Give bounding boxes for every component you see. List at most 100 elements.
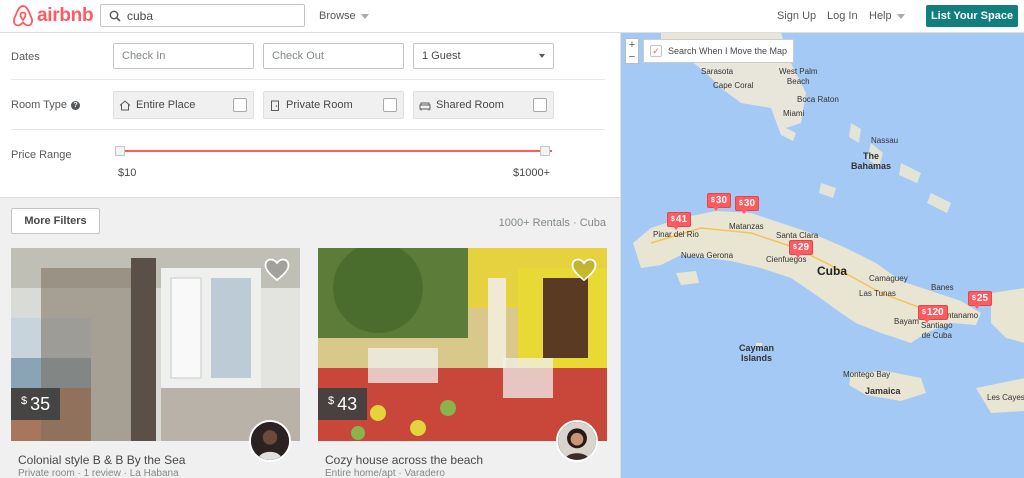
pin-price: 25 <box>976 293 989 304</box>
zoom-control[interactable]: + − <box>625 38 639 64</box>
map-price-pin[interactable]: $ 120 <box>918 305 948 323</box>
map-label-les-cayes: Les Cayes <box>987 393 1024 402</box>
room-type-label-shared: Shared Room <box>436 99 504 111</box>
shared-room-checkbox[interactable] <box>533 98 547 112</box>
checkout-field[interactable]: Check Out <box>263 43 404 69</box>
host-avatar-image <box>251 422 289 460</box>
chevron-down-icon <box>539 54 545 58</box>
search-when-move-label: Search When I Move the Map <box>668 46 788 56</box>
map-price-pin[interactable]: $ 30 <box>707 193 732 211</box>
pin-price: 41 <box>675 214 688 225</box>
logo-text: airbnb <box>37 5 94 26</box>
zoom-in-button[interactable]: + <box>629 39 635 51</box>
search-icon <box>109 10 121 22</box>
help-icon[interactable]: ? <box>71 100 81 110</box>
listing-card[interactable]: $ 43 Cozy house across the beach Entire … <box>318 248 607 478</box>
map-label-sarasota: Sarasota <box>701 67 734 76</box>
airbnb-logo-icon <box>13 5 33 27</box>
airbnb-logo[interactable]: airbnb <box>12 4 94 28</box>
map-label-guantanamo: ntanamo <box>947 311 979 320</box>
browse-menu[interactable]: Browse <box>319 10 369 22</box>
pin-price: 120 <box>926 307 944 318</box>
listing-subtitle: Entire home/apt · Varadero <box>325 468 445 478</box>
map-label-santiago: Santiago de Cuba <box>921 321 953 340</box>
price-max-handle[interactable] <box>540 146 550 156</box>
help-label: Help <box>869 10 892 22</box>
host-avatar-image <box>558 422 596 460</box>
signup-link[interactable]: Sign Up <box>777 10 816 22</box>
currency-symbol: $ <box>328 395 335 407</box>
checkin-field[interactable]: Check In <box>113 43 254 69</box>
pin-currency: $ <box>922 309 926 316</box>
map-label-boca-raton: Boca Raton <box>797 95 839 104</box>
map-label-pinar-del-rio: Pinar del Rio <box>653 230 699 239</box>
map-price-pin[interactable]: $ 30 <box>735 196 760 214</box>
heart-icon[interactable] <box>571 258 597 282</box>
currency-symbol: $ <box>21 395 28 407</box>
chevron-down-icon <box>360 13 369 19</box>
top-header: airbnb Browse Sign Up Log In Help List Y… <box>0 0 1024 33</box>
room-type-private-room[interactable]: Private Room <box>263 91 404 119</box>
heart-icon[interactable] <box>264 258 290 282</box>
dates-label: Dates <box>11 51 40 63</box>
map-label-cape-coral: Cape Coral <box>713 81 754 90</box>
search-when-move-toggle[interactable]: ✓ Search When I Move the Map <box>643 39 795 63</box>
private-room-checkbox[interactable] <box>383 98 397 112</box>
zoom-out-button[interactable]: − <box>629 51 635 63</box>
help-menu[interactable]: Help <box>869 10 905 22</box>
map-label-montego-bay: Montego Bay <box>843 370 891 379</box>
location-search-box[interactable] <box>100 4 305 27</box>
pin-currency: $ <box>739 200 743 207</box>
guests-value: 1 Guest <box>422 50 461 62</box>
room-type-label-entire: Entire Place <box>136 99 196 111</box>
pin-price: 30 <box>715 195 728 206</box>
map-label-camaguey: Camaguey <box>869 274 908 283</box>
listing-title[interactable]: Colonial style B & B By the Sea <box>18 453 185 467</box>
room-type-entire-place[interactable]: Entire Place <box>113 91 254 119</box>
price-max-label: $1000+ <box>513 167 551 179</box>
host-avatar[interactable] <box>556 420 598 462</box>
entire-place-checkbox[interactable] <box>233 98 247 112</box>
room-type-label-private: Private Room <box>286 99 353 111</box>
price-value: 43 <box>337 393 358 414</box>
room-type-label: Room Type <box>11 99 68 111</box>
location-search-input[interactable] <box>127 8 297 23</box>
more-filters-button[interactable]: More Filters <box>11 208 100 234</box>
results-panel: More Filters 1000+ Rentals · Cuba $ 35 C… <box>0 198 620 478</box>
room-type-label-wrap: Room Type ? <box>11 99 81 111</box>
host-avatar[interactable] <box>249 420 291 462</box>
house-icon <box>119 99 131 110</box>
login-link[interactable]: Log In <box>827 10 858 22</box>
filters-panel: Dates Check In Check Out 1 Guest Room Ty… <box>0 33 620 198</box>
divider <box>11 129 605 130</box>
price-range-label: Price Range <box>11 149 72 161</box>
listing-subtitle: Private room · 1 review · La Habana <box>18 468 179 478</box>
divider <box>11 79 605 80</box>
pin-currency: $ <box>793 244 797 251</box>
map-label-santa-clara: Santa Clara <box>776 231 819 240</box>
map-label-nassau: Nassau <box>871 136 899 145</box>
price-min-handle[interactable] <box>115 146 125 156</box>
guests-select[interactable]: 1 Guest <box>413 43 554 69</box>
pin-currency: $ <box>711 197 715 204</box>
map-price-pin[interactable]: $ 41 <box>667 212 692 230</box>
pin-currency: $ <box>972 295 976 302</box>
browse-label: Browse <box>319 10 356 22</box>
list-your-space-button[interactable]: List Your Space <box>926 5 1018 27</box>
map-price-pin[interactable]: $ 25 <box>968 291 993 309</box>
map-label-cayman-islands: Cayman Islands <box>739 343 775 363</box>
map-label-banes: Banes <box>931 283 954 292</box>
listing-card[interactable]: $ 35 Colonial style B & B By the Sea Pri… <box>11 248 300 478</box>
room-type-shared-room[interactable]: Shared Room <box>413 91 554 119</box>
pin-currency: $ <box>671 216 675 223</box>
price-value: 35 <box>30 393 51 414</box>
price-slider-track[interactable] <box>118 150 552 152</box>
checkmark-icon[interactable]: ✓ <box>650 45 662 57</box>
rentals-count: 1000+ Rentals · Cuba <box>498 217 606 229</box>
listing-title[interactable]: Cozy house across the beach <box>325 453 483 467</box>
door-icon <box>271 100 279 111</box>
map-label-jamaica: Jamaica <box>865 386 901 396</box>
map-price-pin[interactable]: $ 29 <box>789 240 814 258</box>
results-map[interactable]: + − ✓ Search When I Move the Map Sarasot… <box>620 33 1024 478</box>
map-label-nueva-gerona: Nueva Gerona <box>681 251 734 260</box>
